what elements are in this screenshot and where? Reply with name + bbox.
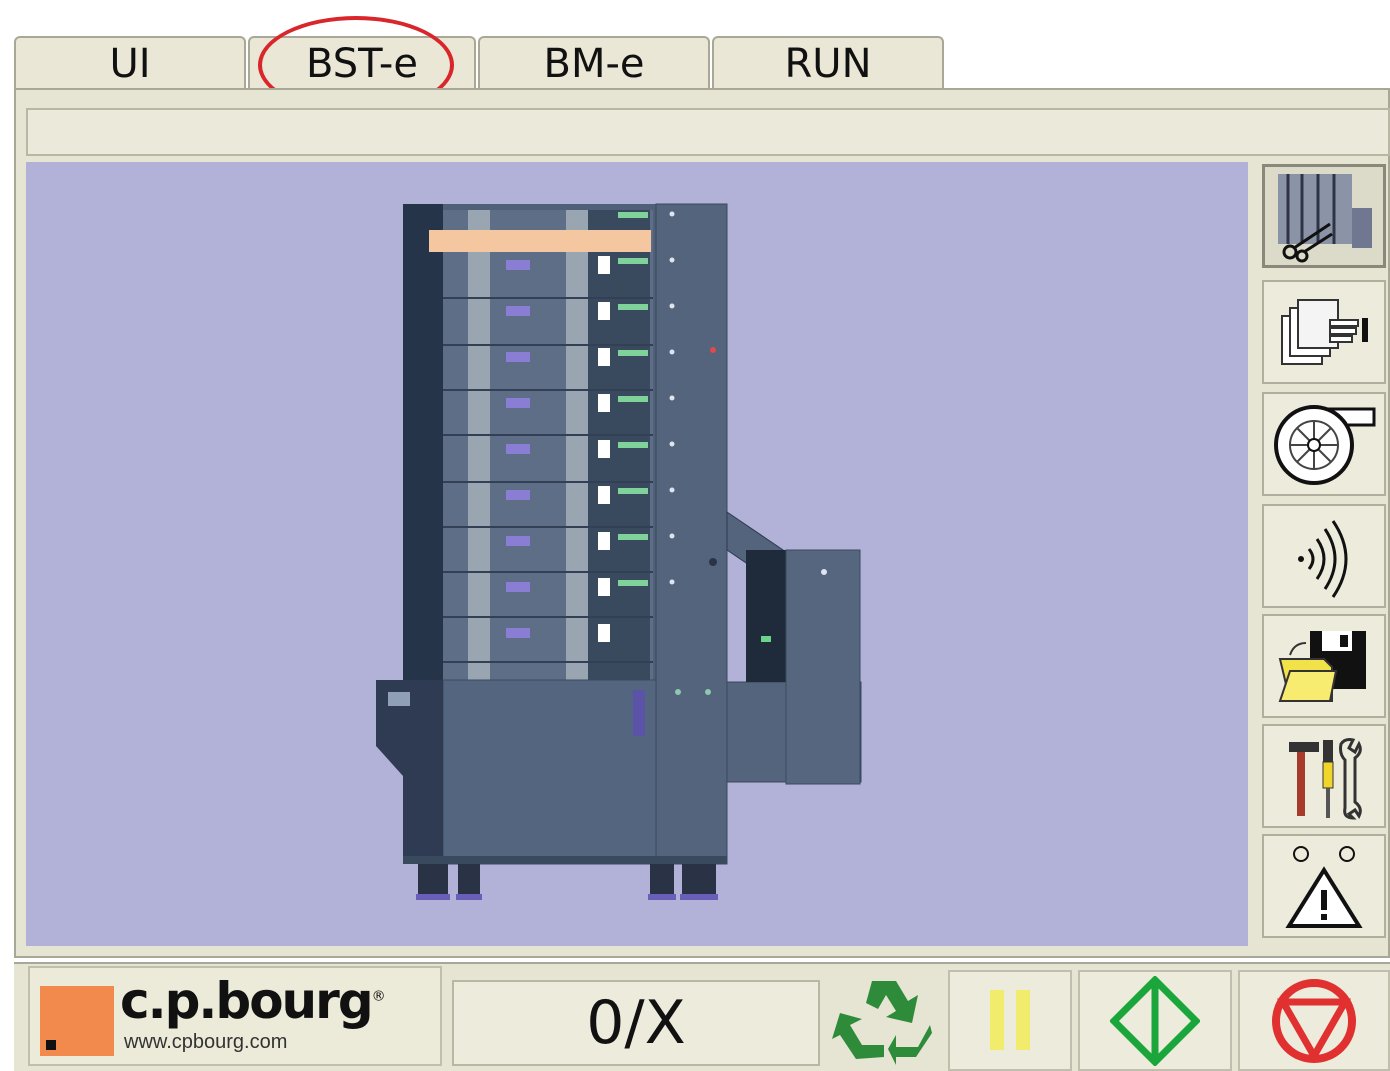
brand-logo-dot: [46, 1040, 56, 1050]
brand-name-text: c.p.bourg: [120, 972, 374, 1030]
warning-icon: [1285, 846, 1363, 928]
start-button[interactable]: [1078, 970, 1232, 1071]
machine-cut-button[interactable]: [1262, 164, 1386, 268]
brand-url: www.cpbourg.com: [124, 1031, 288, 1053]
recycle-icon: [832, 980, 932, 1065]
tab-label: UI: [109, 41, 151, 87]
brand-name: c.p.bourg®: [120, 972, 386, 1030]
stop-icon: [1272, 978, 1356, 1063]
registered-mark: ®: [371, 988, 386, 1005]
tab-ui[interactable]: UI: [14, 36, 246, 90]
tools-button[interactable]: [1262, 724, 1386, 828]
sensor-wave-icon: [1298, 520, 1348, 598]
tab-run[interactable]: RUN: [712, 36, 944, 90]
machine-cut-icon: [1278, 174, 1372, 263]
tab-label: RUN: [784, 41, 872, 87]
tab-label: BM-e: [543, 41, 645, 87]
blower-fan-icon: [1274, 405, 1376, 485]
start-icon: [1110, 975, 1200, 1066]
message-bar: [26, 108, 1390, 156]
stop-button[interactable]: [1238, 970, 1390, 1071]
save-folder-icon: [1278, 631, 1366, 702]
pause-button[interactable]: [948, 970, 1072, 1071]
machine-view: [26, 162, 1248, 946]
warning-button[interactable]: [1262, 834, 1386, 938]
save-job-button[interactable]: [1262, 614, 1386, 718]
blower-fan-button[interactable]: [1262, 392, 1386, 496]
bst-e-machine-illustration: [376, 203, 862, 900]
tools-icon: [1289, 738, 1362, 820]
paper-stack-hand-icon: [1281, 299, 1368, 365]
recycle-button[interactable]: [826, 970, 942, 1071]
pause-icon: [990, 989, 1030, 1050]
tab-bm-e[interactable]: BM-e: [478, 36, 710, 90]
paper-handling-button[interactable]: [1262, 280, 1386, 384]
counter-display: 0/X: [452, 980, 820, 1066]
sensor-button[interactable]: [1262, 504, 1386, 608]
